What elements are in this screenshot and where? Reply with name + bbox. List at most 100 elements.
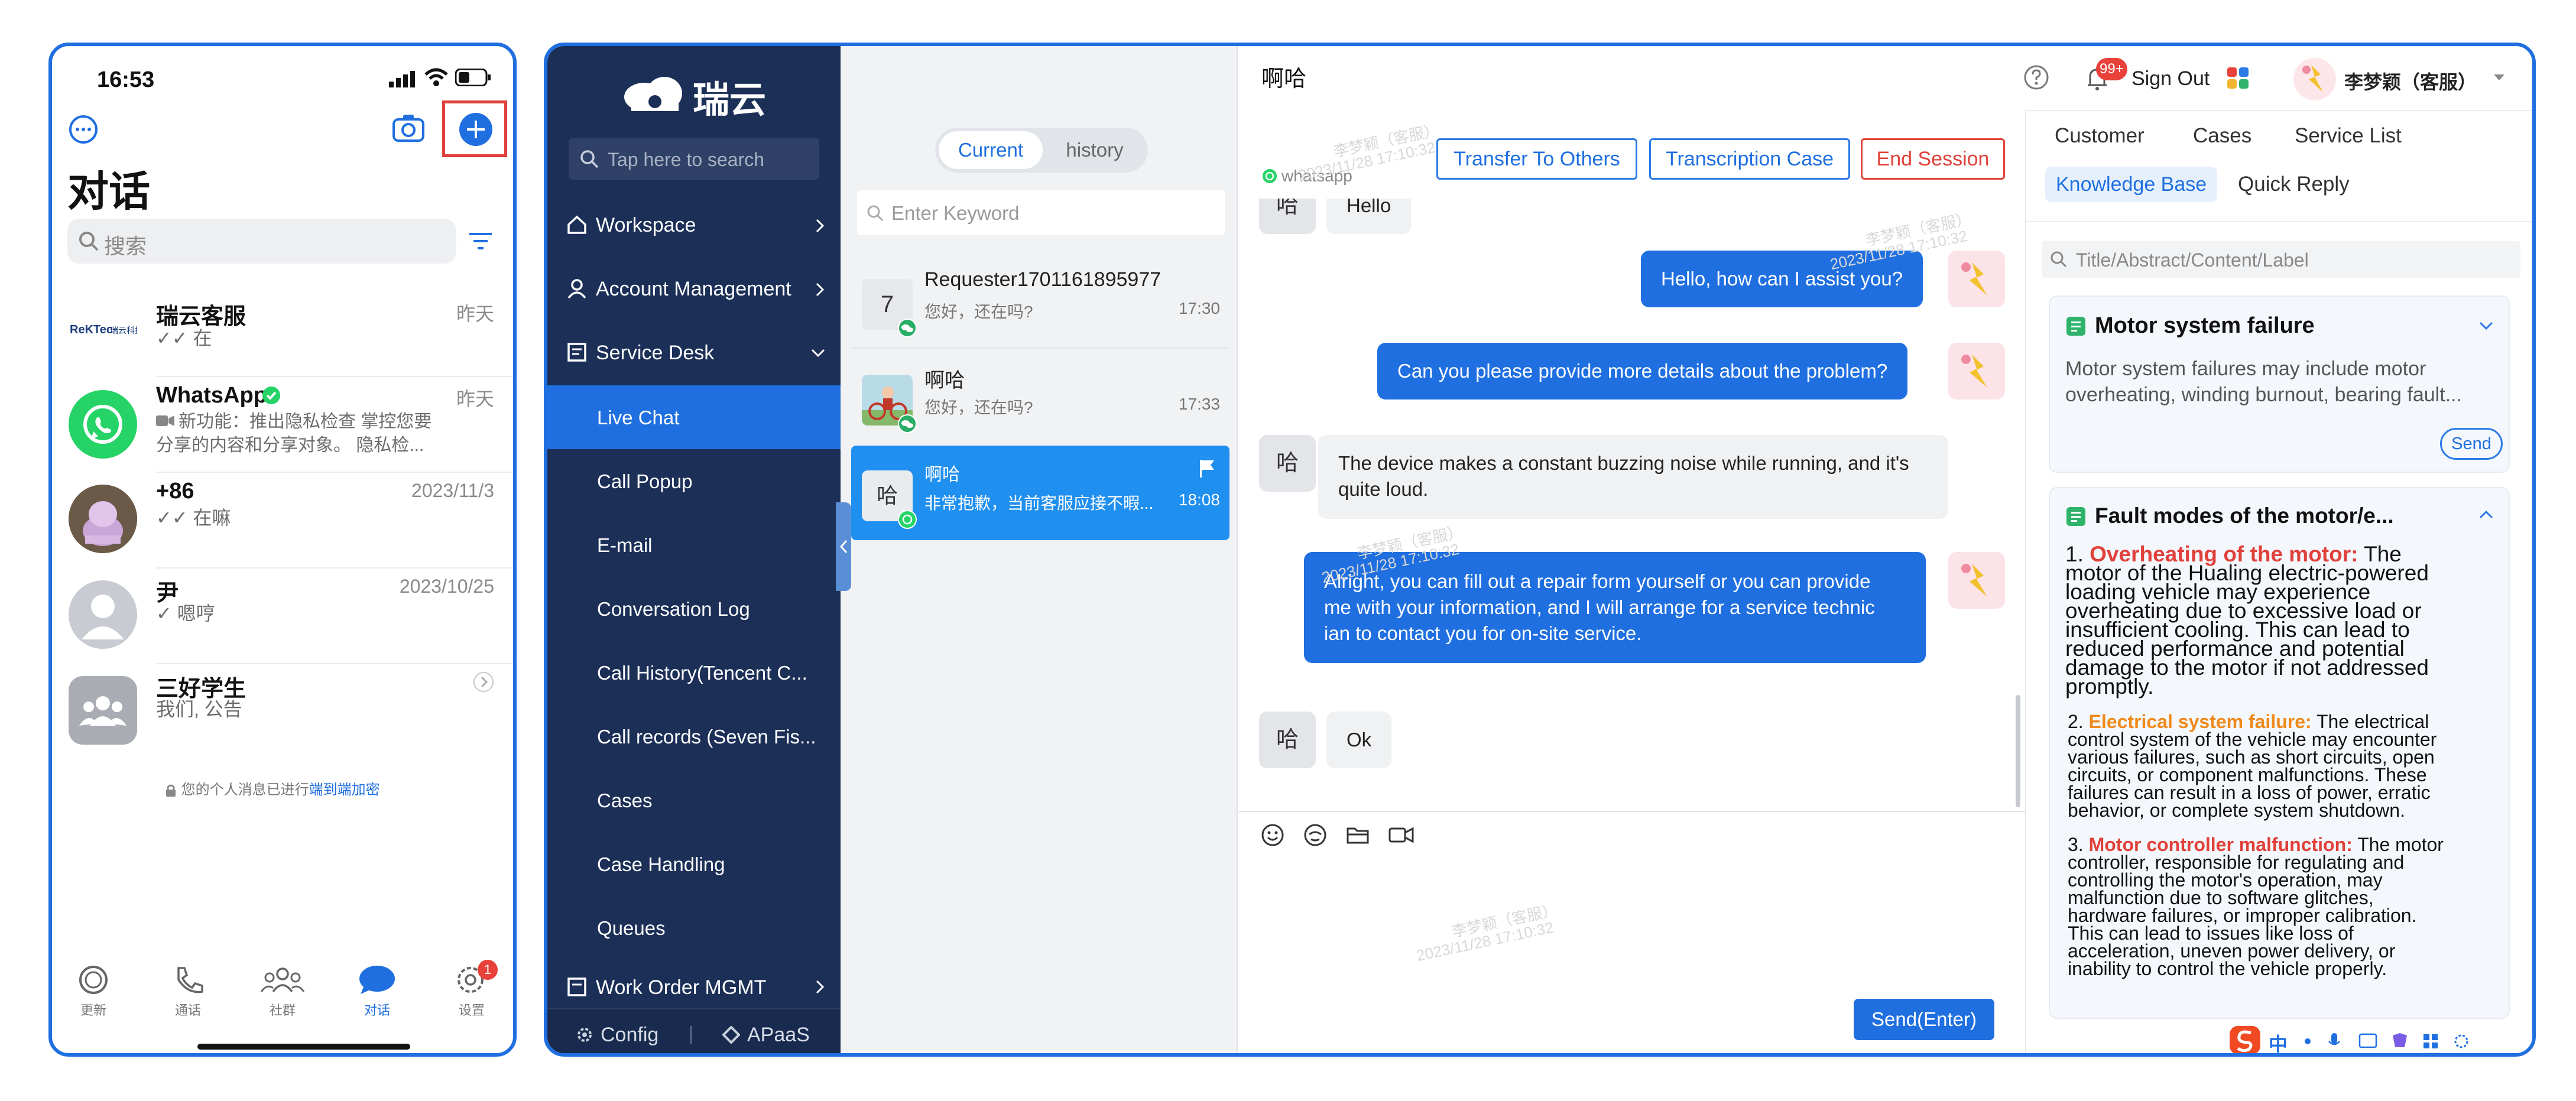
caret-down-icon[interactable]: [2492, 72, 2506, 84]
svg-text:瑞云科技: 瑞云科技: [110, 326, 137, 336]
chevron-left-icon: [839, 540, 848, 554]
user-icon: [567, 279, 586, 299]
conversation-item-active[interactable]: 哈 啊哈 非常抱歉，当前客服应接不暇... 18:08: [851, 446, 1229, 540]
chat-time: 昨天: [456, 388, 494, 410]
ime-language[interactable]: 中: [2269, 1029, 2288, 1053]
avatar: ReKTec瑞云科技: [69, 293, 137, 362]
divider: [1238, 811, 2025, 812]
sidebar-item-case-handling[interactable]: Case Handling: [547, 832, 841, 896]
new-chat-plus-icon[interactable]: [459, 112, 493, 147]
search-icon: [2051, 251, 2067, 268]
sidebar-item-call-records[interactable]: Call records (Seven Fis...: [547, 704, 841, 768]
encryption-link[interactable]: 端到端加密: [309, 782, 380, 798]
config-link[interactable]: Config: [601, 1024, 658, 1047]
sidebar-item-call-popup[interactable]: Call Popup: [547, 449, 841, 513]
chat-preview: 我们, 公告: [156, 699, 242, 720]
video-icon[interactable]: [1388, 823, 1415, 847]
sidebar-item-live-chat[interactable]: Live Chat: [547, 385, 841, 449]
sidebar-item-workspace[interactable]: Workspace: [547, 194, 841, 258]
sidebar-item-account-management[interactable]: Account Management: [547, 258, 841, 321]
chevron-down-icon[interactable]: [2478, 320, 2494, 332]
service-desk-icon: [567, 343, 586, 362]
conversation-list-panel: Current history Enter Keyword 7 Requeste…: [836, 46, 1238, 1053]
svg-text:ReKTec: ReKTec: [70, 323, 113, 336]
tab-quick-reply[interactable]: Quick Reply: [2238, 173, 2350, 196]
flag-icon[interactable]: [1199, 459, 1216, 479]
avatar: [69, 485, 137, 553]
sidebar-search-input[interactable]: Tap here to search: [569, 138, 819, 180]
updates-icon: [79, 966, 108, 994]
settings-badge: 1: [478, 960, 498, 980]
desktop-app-window: 瑞云 Tap here to search Workspace Account …: [544, 43, 2536, 1057]
send-knowledge-button[interactable]: Send: [2440, 428, 2503, 460]
help-icon[interactable]: [2023, 64, 2050, 91]
apaas-link[interactable]: APaaS: [747, 1024, 810, 1047]
transcription-case-button[interactable]: Transcription Case: [1649, 138, 1850, 180]
more-options-icon[interactable]: [67, 113, 99, 145]
tab-settings[interactable]: 1 设置: [436, 960, 507, 1019]
collapse-sidebar-handle[interactable]: [836, 502, 851, 591]
sidebar-item-service-desk[interactable]: Service Desk: [547, 321, 841, 385]
camera-icon[interactable]: [391, 112, 426, 143]
chat-list-item[interactable]: 尹 2023/10/25 ✓ 嗯哼: [52, 569, 513, 664]
folder-icon[interactable]: [1345, 823, 1370, 847]
chat-list-item[interactable]: 三好学生 我们, 公告: [52, 664, 513, 760]
chevron-down-icon: [811, 349, 825, 358]
message-bubble-in: The device makes a constant buzzing nois…: [1318, 435, 1948, 519]
tab-knowledge-base[interactable]: Knowledge Base: [2045, 167, 2218, 202]
notification-badge: 99+: [2096, 58, 2127, 80]
keyword-search-input[interactable]: Enter Keyword: [857, 190, 1225, 235]
chat-list-item[interactable]: +86 2023/11/3 ✓✓ 在嘛: [52, 473, 513, 569]
sidebar-item-email[interactable]: E-mail: [547, 513, 841, 577]
chevron-up-icon[interactable]: [2478, 509, 2494, 521]
conversation-item[interactable]: 7 Requester1701161895977 您好，还在吗? 17:30: [851, 254, 1229, 349]
status-time: 16:53: [97, 67, 155, 92]
message-bubble-in: Ok: [1326, 712, 1392, 768]
message-scrollbar[interactable]: [2016, 695, 2020, 807]
customer-avatar: 哈: [1259, 435, 1316, 492]
sidebar-footer: Config APaaS: [547, 1008, 841, 1053]
battery-icon: [455, 69, 491, 86]
filter-icon[interactable]: [468, 230, 493, 252]
wechat-badge-icon: [898, 319, 917, 337]
search-input[interactable]: 搜索: [67, 219, 456, 264]
tab-communities[interactable]: 社群: [247, 962, 318, 1019]
knowledge-card[interactable]: Motor system failure Motor system failur…: [2049, 295, 2510, 473]
chat-name: WhatsApp: [156, 383, 267, 408]
sticker-icon[interactable]: [1303, 823, 1328, 847]
chat-header: 啊哈: [1261, 60, 1306, 93]
sidebar-item-work-order[interactable]: Work Order MGMT: [547, 960, 841, 1001]
bottom-tab-bar: 更新 通话 社群 对话 1 设置: [52, 960, 513, 1033]
end-session-button[interactable]: End Session: [1861, 138, 2005, 180]
transfer-button[interactable]: Transfer To Others: [1436, 138, 1637, 180]
tab-cases[interactable]: Cases: [2193, 124, 2251, 148]
chat-list-item[interactable]: WhatsApp 昨天 新功能：推出隐私检查 掌控您要 分享的内容和分享对象。 …: [52, 377, 513, 473]
chevron-right-icon[interactable]: [473, 671, 494, 693]
knowledge-card-expanded[interactable]: Fault modes of the motor/e... 1. Overhea…: [2049, 487, 2510, 1019]
sidebar-item-conversation-log[interactable]: Conversation Log: [547, 577, 841, 641]
tab-customer[interactable]: Customer: [2055, 124, 2144, 148]
tab-service-list[interactable]: Service List: [2295, 124, 2402, 148]
right-panel: Customer Cases Service List Knowledge Ba…: [2025, 111, 2535, 1057]
tab-current[interactable]: Current: [939, 131, 1043, 169]
chat-list-item[interactable]: ReKTec瑞云科技 瑞云客服 昨天 ✓✓ 在: [52, 281, 513, 377]
knowledge-search-input[interactable]: Title/Abstract/Content/Label: [2042, 241, 2520, 278]
conversation-item[interactable]: 啊哈 您好，还在吗? 17:33: [851, 350, 1229, 444]
home-indicator: [197, 1044, 410, 1050]
chat-name: +86: [156, 479, 194, 504]
emoji-icon[interactable]: [1260, 823, 1285, 847]
sign-out-link[interactable]: Sign Out: [2131, 67, 2210, 90]
sogou-logo-icon[interactable]: [2228, 1025, 2264, 1057]
divider: [2026, 221, 2532, 222]
sidebar-item-queues[interactable]: Queues: [547, 896, 841, 960]
ime-tool-icons[interactable]: [2298, 1031, 2535, 1051]
sidebar-item-call-history[interactable]: Call History(Tencent C...: [547, 641, 841, 704]
user-avatar[interactable]: [2293, 58, 2336, 100]
sidebar-item-cases[interactable]: Cases: [547, 768, 841, 832]
tab-calls[interactable]: 通话: [153, 962, 223, 1019]
send-button[interactable]: Send(Enter): [1854, 999, 1994, 1040]
tab-chats[interactable]: 对话: [342, 962, 413, 1019]
tab-updates[interactable]: 更新: [58, 962, 129, 1019]
tab-history[interactable]: history: [1045, 131, 1144, 169]
apps-grid-icon[interactable]: [2226, 66, 2251, 91]
